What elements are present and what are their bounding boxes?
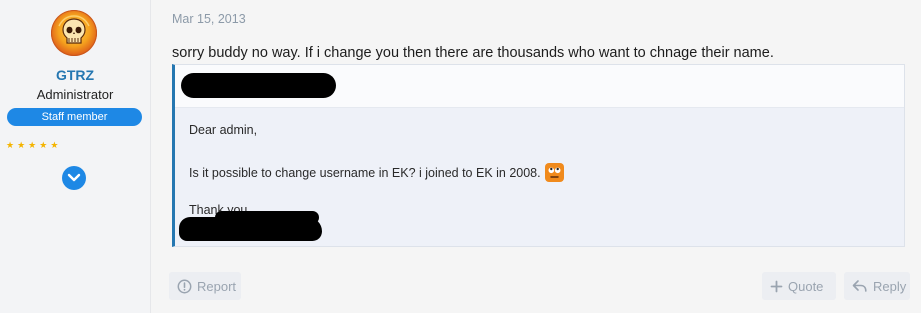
plus-icon [770, 280, 783, 292]
alert-circle-icon [177, 279, 192, 293]
user-column: GTRZ Administrator Staff member ★ ★ ★ ★ … [0, 0, 151, 313]
star-icon: ★ [39, 140, 48, 150]
user-title: Administrator [36, 87, 114, 102]
quote-question-text: Is it possible to change username in EK?… [189, 166, 541, 180]
star-icon: ★ [6, 140, 15, 150]
star-icon: ★ [17, 140, 26, 150]
report-button[interactable]: Report [169, 272, 241, 300]
report-label: Report [197, 278, 237, 294]
staff-badge: Staff member [7, 108, 142, 126]
username-link[interactable]: GTRZ [0, 67, 150, 83]
quote-header[interactable] [175, 65, 904, 108]
reply-label: Reply [873, 278, 907, 294]
reply-arrow-icon [852, 280, 867, 292]
quote-button[interactable]: Quote [762, 272, 836, 300]
redacted-signature-top [215, 211, 319, 224]
rating-stars: ★ ★ ★ ★ ★ [6, 140, 58, 151]
chevron-down-icon [67, 173, 81, 182]
post-date-link[interactable]: Mar 15, 2013 [172, 12, 246, 26]
quote-block: Dear admin, Is it possible to change use… [172, 64, 905, 247]
expand-user-info-button[interactable] [62, 166, 86, 190]
post-message-text: sorry buddy no way. If i change you then… [172, 45, 774, 61]
quote-label: Quote [788, 278, 824, 294]
quote-line-question: Is it possible to change username in EK?… [189, 163, 564, 182]
quote-line-greeting: Dear admin, [189, 123, 258, 137]
user-avatar[interactable] [51, 10, 97, 56]
star-icon: ★ [50, 140, 59, 150]
reply-button[interactable]: Reply [844, 272, 910, 300]
skull-icon [58, 15, 90, 44]
star-icon: ★ [28, 140, 37, 150]
eye-roll-emoji-icon [544, 163, 564, 182]
redacted-quote-author [181, 73, 336, 98]
